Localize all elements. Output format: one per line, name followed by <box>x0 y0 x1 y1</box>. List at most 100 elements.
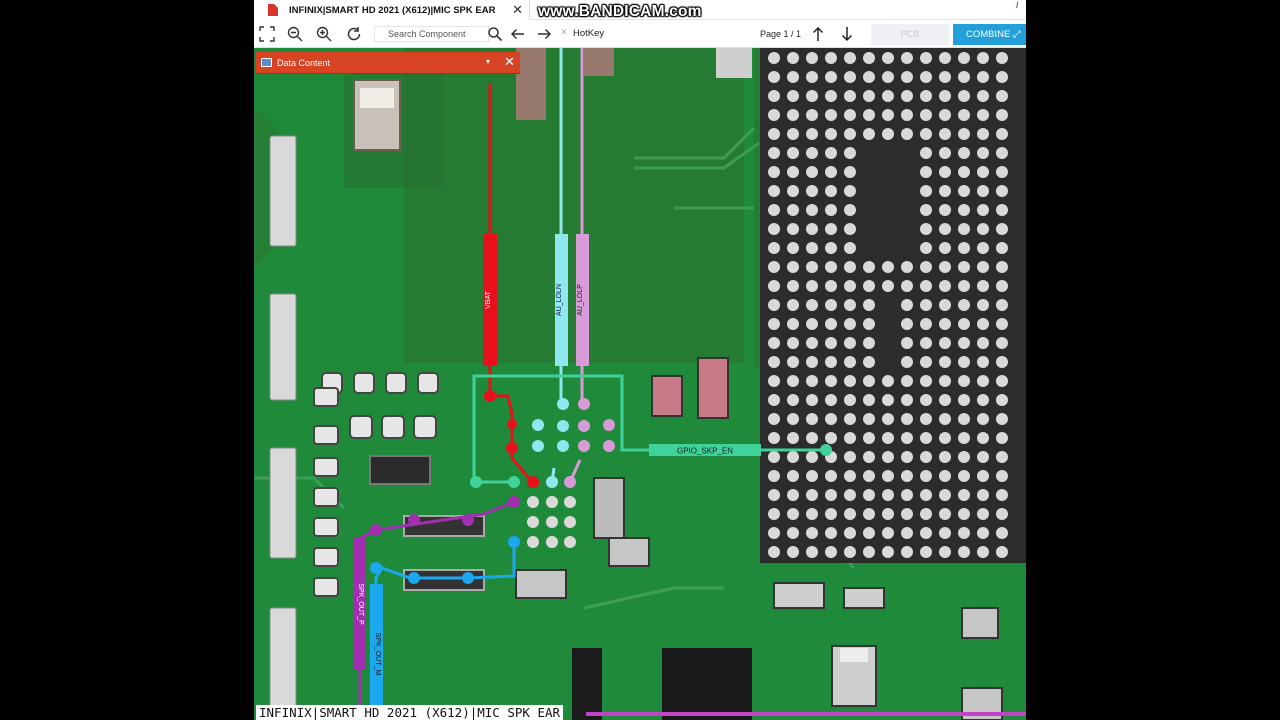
bga-ball <box>806 204 818 216</box>
bga-ball <box>958 109 970 121</box>
bga-ball <box>901 109 913 121</box>
bga-ball <box>901 413 913 425</box>
bga-ball <box>844 109 856 121</box>
search-component-input[interactable]: Search Component <box>374 26 489 42</box>
bga-ball <box>787 375 799 387</box>
arrow-up-icon[interactable] <box>809 25 827 43</box>
bga-ball <box>996 128 1008 140</box>
combine-button[interactable]: COMBINE ⤢ <box>953 24 1026 45</box>
pcb-button[interactable]: PCB <box>871 24 949 45</box>
bga-ball <box>863 128 875 140</box>
bga-ball <box>939 394 951 406</box>
bga-ball <box>806 527 818 539</box>
zoom-in-icon[interactable] <box>315 25 333 43</box>
bga-ball <box>882 71 894 83</box>
bga-ball <box>939 527 951 539</box>
bga-ball <box>996 394 1008 406</box>
expand-icon: ⤢ <box>1012 29 1021 40</box>
bga-ball <box>787 394 799 406</box>
bga-ball <box>977 508 989 520</box>
hotkey-label[interactable]: HotKey <box>573 28 604 39</box>
bga-ball <box>939 280 951 292</box>
bga-ball <box>996 166 1008 178</box>
bga-ball <box>806 185 818 197</box>
spk-out-m-label: SPK_OUT_M <box>374 633 381 676</box>
bga-ball <box>996 280 1008 292</box>
bga-ball <box>787 90 799 102</box>
document-tab[interactable]: INFINIX|SMART HD 2021 (X612)|MIC SPK EAR… <box>254 0 530 20</box>
au-loln-label: AU_LOLN <box>556 284 563 316</box>
panel-close-button[interactable]: ✕ <box>504 55 515 69</box>
bga-ball <box>996 71 1008 83</box>
bga-ball <box>768 337 780 349</box>
bga-ball <box>787 546 799 558</box>
arrow-down-icon[interactable] <box>838 25 856 43</box>
bga-ball <box>996 299 1008 311</box>
hotkey-close-icon[interactable]: × <box>561 27 567 38</box>
bga-ball <box>939 109 951 121</box>
bga-ball <box>901 71 913 83</box>
bga-ball <box>920 337 932 349</box>
bga-ball <box>863 489 875 501</box>
bga-ball <box>920 90 932 102</box>
bga-ball <box>920 546 932 558</box>
bga-ball <box>825 280 837 292</box>
bga-ball <box>958 128 970 140</box>
bga-ball <box>977 90 989 102</box>
bga-ball <box>958 261 970 273</box>
audio-ic-ball <box>564 516 576 528</box>
bga-ball <box>920 185 932 197</box>
bga-ball <box>768 147 780 159</box>
bga-ball <box>958 451 970 463</box>
bga-ball <box>977 375 989 387</box>
pcb-board-view[interactable]: VBAT AU_LOLN AU_LOLP GPIO_SKP_EN SPK_OUT… <box>254 48 1026 720</box>
ic-bottom <box>662 648 752 720</box>
bga-ball <box>806 546 818 558</box>
bga-ball <box>958 147 970 159</box>
bga-ball <box>768 223 780 235</box>
bga-ball <box>996 204 1008 216</box>
bga-ball <box>958 71 970 83</box>
bga-ball <box>977 318 989 330</box>
bga-ball <box>806 413 818 425</box>
bga-ball <box>806 356 818 368</box>
bga-ball <box>768 204 780 216</box>
bga-ball <box>958 527 970 539</box>
bga-ball <box>768 318 780 330</box>
bga-ball <box>787 128 799 140</box>
audio-ic-ball <box>527 536 539 548</box>
bga-ball <box>977 261 989 273</box>
bga-ball <box>806 242 818 254</box>
tab-close-button[interactable]: ✕ <box>512 2 523 18</box>
bga-ball <box>806 223 818 235</box>
bga-ball <box>863 546 875 558</box>
refresh-icon[interactable] <box>345 25 363 43</box>
audio-ic-ball <box>546 536 558 548</box>
bga-ball <box>768 109 780 121</box>
bga-ball <box>768 356 780 368</box>
data-content-panel[interactable]: Data Content ▾ ✕ <box>256 52 520 74</box>
bga-ball <box>844 451 856 463</box>
bga-ball <box>882 261 894 273</box>
zoom-out-icon[interactable] <box>286 25 304 43</box>
bga-ball <box>901 489 913 501</box>
bga-ball <box>939 432 951 444</box>
bga-ball <box>768 166 780 178</box>
bga-ball <box>996 242 1008 254</box>
bga-ball <box>977 223 989 235</box>
bga-ball <box>825 242 837 254</box>
bga-ball <box>939 375 951 387</box>
search-icon[interactable] <box>486 25 504 43</box>
arrow-left-icon[interactable] <box>509 25 527 43</box>
chevron-down-icon[interactable]: ▾ <box>486 57 490 66</box>
bga-ball <box>977 470 989 482</box>
arrow-right-icon[interactable] <box>535 25 553 43</box>
bga-ball <box>863 375 875 387</box>
bga-ball <box>863 356 875 368</box>
fullscreen-icon[interactable] <box>258 25 276 43</box>
bga-ball <box>768 52 780 64</box>
bga-ball <box>863 337 875 349</box>
bga-ball <box>863 280 875 292</box>
bga-ball <box>996 147 1008 159</box>
bga-ball <box>939 242 951 254</box>
